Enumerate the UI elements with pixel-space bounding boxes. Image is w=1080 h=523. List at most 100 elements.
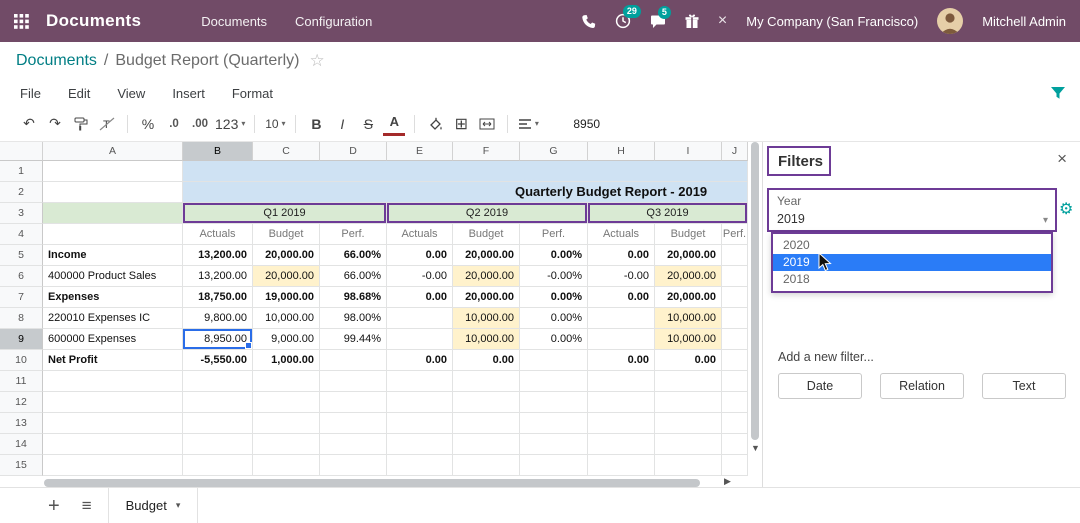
row-header-2[interactable]: 2 [0, 182, 43, 203]
merge-cells-button[interactable] [476, 112, 498, 136]
cell-D10[interactable] [320, 350, 387, 371]
cell-H15[interactable] [588, 455, 655, 476]
cell-G7[interactable]: 0.00% [520, 287, 588, 308]
cell-F5[interactable]: 20,000.00 [453, 245, 520, 266]
year-option-2020[interactable]: 2020 [773, 237, 1051, 254]
menu-edit[interactable]: Edit [68, 86, 90, 101]
row-header-15[interactable]: 15 [0, 455, 43, 476]
cell-J4[interactable]: Perf. [722, 224, 748, 245]
cell-B11[interactable] [183, 371, 253, 392]
text-color-button[interactable]: A [383, 112, 405, 136]
cell-I7[interactable]: 20,000.00 [655, 287, 722, 308]
cell-C10[interactable]: 1,000.00 [253, 350, 320, 371]
bold-button[interactable]: B [305, 112, 327, 136]
cell-E9[interactable] [387, 329, 453, 350]
cell-C13[interactable] [253, 413, 320, 434]
row-header-7[interactable]: 7 [0, 287, 43, 308]
cell-H9[interactable] [588, 329, 655, 350]
cell-A2[interactable] [43, 182, 183, 203]
add-sheet-button[interactable]: + [48, 496, 60, 516]
sheet-title-cell[interactable]: Quarterly Budget Report - 2019 [183, 182, 748, 203]
clear-format-icon[interactable]: T [96, 112, 118, 136]
cell-H7[interactable]: 0.00 [588, 287, 655, 308]
user-avatar[interactable] [937, 8, 963, 34]
activities-icon[interactable]: 29 [615, 13, 631, 29]
cell-J13[interactable] [722, 413, 748, 434]
cell-A8[interactable]: 220010 Expenses IC [43, 308, 183, 329]
cell-D15[interactable] [320, 455, 387, 476]
cell-H5[interactable]: 0.00 [588, 245, 655, 266]
close-announcement-icon[interactable]: × [718, 13, 727, 29]
cell-C12[interactable] [253, 392, 320, 413]
cell-A12[interactable] [43, 392, 183, 413]
cell-A1[interactable] [43, 161, 183, 182]
cell-E6[interactable]: -0.00 [387, 266, 453, 287]
cell-D8[interactable]: 98.00% [320, 308, 387, 329]
cell-G12[interactable] [520, 392, 588, 413]
formula-bar-value[interactable]: 8950 [573, 117, 600, 131]
cell-C9[interactable]: 9,000.00 [253, 329, 320, 350]
cell-E8[interactable] [387, 308, 453, 329]
menu-insert[interactable]: Insert [172, 86, 205, 101]
redo-icon[interactable]: ↷ [44, 112, 66, 136]
cell-H13[interactable] [588, 413, 655, 434]
cell-I10[interactable]: 0.00 [655, 350, 722, 371]
cell-G15[interactable] [520, 455, 588, 476]
cell-B6[interactable]: 13,200.00 [183, 266, 253, 287]
cell-D14[interactable] [320, 434, 387, 455]
cell-F4[interactable]: Budget [453, 224, 520, 245]
scroll-down-icon[interactable]: ▼ [751, 443, 760, 453]
cell-E14[interactable] [387, 434, 453, 455]
col-header-B[interactable]: B [183, 142, 253, 161]
strikethrough-button[interactable]: S [357, 112, 379, 136]
gear-icon[interactable]: ⚙ [1059, 202, 1073, 218]
cell-G10[interactable] [520, 350, 588, 371]
cell-H8[interactable] [588, 308, 655, 329]
cell-H6[interactable]: -0.00 [588, 266, 655, 287]
row-header-3[interactable]: 3 [0, 203, 43, 224]
cell-I11[interactable] [655, 371, 722, 392]
paint-format-icon[interactable] [70, 112, 92, 136]
quarter-header-1[interactable]: Q1 2019 [183, 203, 387, 224]
cell-C5[interactable]: 20,000.00 [253, 245, 320, 266]
cell-D5[interactable]: 66.00% [320, 245, 387, 266]
cell-E15[interactable] [387, 455, 453, 476]
italic-button[interactable]: I [331, 112, 353, 136]
align-menu[interactable]: ▾ [517, 112, 539, 136]
messages-icon[interactable]: 5 [650, 14, 666, 29]
cell-A13[interactable] [43, 413, 183, 434]
cell-J6[interactable] [722, 266, 748, 287]
cell-J5[interactable] [722, 245, 748, 266]
cell-F9[interactable]: 10,000.00 [453, 329, 520, 350]
row-header-9[interactable]: 9 [0, 329, 43, 350]
cell-I14[interactable] [655, 434, 722, 455]
favorite-star-icon[interactable]: ☆ [309, 51, 324, 71]
cell-I12[interactable] [655, 392, 722, 413]
number-format-menu[interactable]: 123▾ [215, 112, 245, 136]
phone-icon[interactable] [581, 14, 596, 29]
row-header-4[interactable]: 4 [0, 224, 43, 245]
user-menu[interactable]: Mitchell Admin [982, 14, 1066, 29]
cell-D13[interactable] [320, 413, 387, 434]
add-date-filter-button[interactable]: Date [778, 373, 862, 399]
col-header-E[interactable]: E [387, 142, 453, 161]
add-text-filter-button[interactable]: Text [982, 373, 1066, 399]
cell-J15[interactable] [722, 455, 748, 476]
add-relation-filter-button[interactable]: Relation [880, 373, 964, 399]
undo-icon[interactable]: ↶ [18, 112, 40, 136]
cell-F6[interactable]: 20,000.00 [453, 266, 520, 287]
topbar-menu-configuration[interactable]: Configuration [295, 14, 372, 29]
cell-J14[interactable] [722, 434, 748, 455]
cell-A14[interactable] [43, 434, 183, 455]
decrease-decimal-icon[interactable]: .0 [163, 112, 185, 136]
cell-E5[interactable]: 0.00 [387, 245, 453, 266]
quarter-header-2[interactable]: Q2 2019 [387, 203, 588, 224]
cell-J11[interactable] [722, 371, 748, 392]
sheet-list-icon[interactable]: ≡ [82, 497, 92, 514]
format-percent-icon[interactable]: % [137, 112, 159, 136]
company-switcher[interactable]: My Company (San Francisco) [746, 14, 918, 29]
cell-B13[interactable] [183, 413, 253, 434]
row-header-1[interactable]: 1 [0, 161, 43, 182]
cell-D6[interactable]: 66.00% [320, 266, 387, 287]
cell-C7[interactable]: 19,000.00 [253, 287, 320, 308]
